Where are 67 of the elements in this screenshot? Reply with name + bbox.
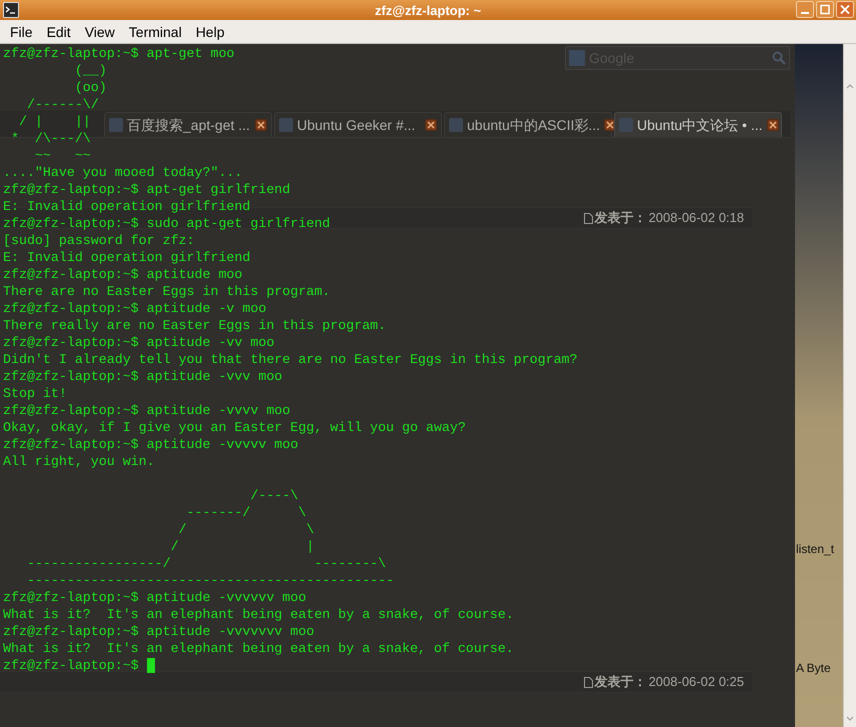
close-icon[interactable]	[425, 119, 437, 131]
terminal-line: zfz@zfz-laptop:~$ aptitude -vvvvv moo	[3, 436, 298, 453]
terminal-line: (__)	[74, 62, 107, 79]
terminal-line: * /\---/\	[10, 130, 91, 147]
terminal-line: zfz@zfz-laptop:~$ aptitude moo	[3, 266, 242, 283]
terminal-line: Didn't I already tell you that there are no Easter Eggs in this program?	[3, 351, 578, 368]
terminal-line: /----\	[249, 487, 298, 504]
terminal-line: There are no Easter Eggs in this program.	[3, 283, 330, 300]
document-icon	[584, 676, 593, 688]
post-label: 发表于：	[594, 209, 647, 228]
maximize-icon[interactable]	[816, 1, 834, 18]
terminal-line: / |	[170, 538, 314, 555]
terminal-line: zfz@zfz-laptop:~$ aptitude -v moo	[3, 300, 266, 317]
desktop-icon-label: A Byte	[796, 660, 831, 677]
terminal-line: /------\/	[26, 96, 99, 113]
menu-item[interactable]: Terminal	[122, 24, 188, 38]
terminal-line: zfz@zfz-laptop:~$ aptitude -vv moo	[3, 334, 274, 351]
post-time: 2008-06-02 0:25	[648, 673, 744, 692]
window-title: zfz@zfz-laptop: ~	[374, 4, 482, 16]
tab-label: Ubuntu中文论坛 • ...	[637, 118, 762, 132]
terminal-line: [sudo] password for zfz:	[3, 232, 195, 249]
post-time: 2008-06-02 0:18	[648, 209, 744, 228]
desktop-icon-label: listen_t	[796, 541, 834, 558]
terminal-line: Okay, okay, if I give you an Easter Egg, will you go away?	[3, 419, 466, 436]
scrollbar[interactable]	[843, 44, 856, 727]
terminal-line: ~~ ~~	[34, 147, 91, 164]
close-icon[interactable]	[604, 119, 616, 131]
minimize-icon[interactable]	[796, 1, 814, 18]
post-label: 发表于：	[594, 673, 647, 692]
menu-item[interactable]: Help	[190, 24, 230, 38]
terminal-line: What is it? It's an elephant being eaten by a snake, of course.	[3, 640, 514, 657]
terminal-line: -----------------/ --------\	[26, 555, 386, 572]
close-icon[interactable]	[766, 119, 778, 131]
menu-item[interactable]: File	[4, 24, 39, 38]
terminal-line: Stop it!	[3, 385, 67, 402]
browser-tab[interactable]: 百度搜索_apt-get ...	[104, 112, 272, 137]
terminal-line: zfz@zfz-laptop:~$	[3, 657, 140, 674]
terminal-line: zfz@zfz-laptop:~$ apt-get girlfriend	[3, 181, 290, 198]
menu-item[interactable]: Edit	[40, 24, 77, 38]
terminal-line: All right, you win.	[3, 453, 155, 470]
terminal-line: ...."Have you mooed today?"...	[3, 164, 242, 181]
terminal-line: zfz@zfz-laptop:~$ aptitude -vvvvvv moo	[3, 589, 306, 606]
terminal-line: What is it? It's an elephant being eaten by a snake, of course.	[3, 606, 514, 623]
terminal-line: ----------------------------------------------	[26, 572, 394, 589]
terminal-icon[interactable]	[3, 2, 19, 18]
terminal-line: / \	[178, 521, 314, 538]
browser-tab[interactable]: Ubuntu中文论坛 • ...	[614, 112, 782, 137]
menu-item[interactable]: View	[78, 24, 121, 38]
tab-label: Ubuntu Geeker #...	[297, 118, 416, 132]
terminal-line: / | ||	[18, 113, 91, 130]
close-icon[interactable]	[255, 119, 267, 131]
terminal-line: zfz@zfz-laptop:~$ sudo apt-get girlfriend	[3, 215, 330, 232]
terminal-line: zfz@zfz-laptop:~$ apt-get moo	[3, 45, 234, 62]
terminal-line: E: Invalid operation girlfriend	[3, 198, 250, 215]
browser-tab[interactable]: Ubuntu Geeker #...	[274, 112, 442, 137]
terminal-line: zfz@zfz-laptop:~$ aptitude -vvvvvvv moo	[3, 623, 314, 640]
browser-tab[interactable]: ubuntu中的ASCII彩...	[444, 112, 612, 137]
terminal-line: E: Invalid operation girlfriend	[3, 249, 250, 266]
terminal-line: There really are no Easter Eggs in this program.	[3, 317, 386, 334]
tab-label: ubuntu中的ASCII彩...	[467, 118, 600, 132]
tab-label: 百度搜索_apt-get ...	[127, 118, 251, 132]
terminal-line: zfz@zfz-laptop:~$ aptitude -vvv moo	[3, 368, 282, 385]
document-icon	[584, 212, 593, 224]
terminal-line: zfz@zfz-laptop:~$ aptitude -vvvv moo	[3, 402, 290, 419]
terminal-line: (oo)	[74, 79, 107, 96]
search-icon[interactable]	[772, 51, 786, 65]
terminal-line: -------/ \	[186, 504, 306, 521]
